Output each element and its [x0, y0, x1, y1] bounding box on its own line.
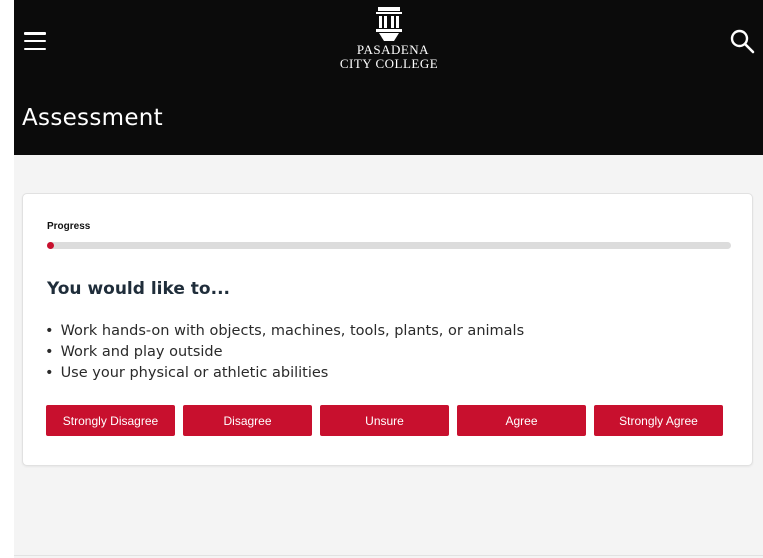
main-content: Progress You would like to... Work hands…	[14, 155, 763, 558]
question-bullet: Work and play outside	[45, 342, 524, 363]
answer-button-group: Strongly Disagree Disagree Unsure Agree …	[46, 405, 726, 436]
unsure-button[interactable]: Unsure	[320, 405, 449, 436]
college-logo[interactable]: Pasadena City College	[334, 6, 444, 76]
hamburger-menu-icon[interactable]	[24, 32, 46, 50]
question-bullet: Work hands-on with objects, machines, to…	[45, 321, 525, 342]
strongly-agree-button[interactable]: Strongly Agree	[594, 405, 723, 436]
disagree-button[interactable]: Disagree	[183, 405, 312, 436]
logo-text-pasadena: Pasadena	[356, 42, 430, 57]
progress-bar	[47, 242, 731, 249]
site-header: Pasadena City College Assessment	[14, 0, 763, 155]
agree-button[interactable]: Agree	[457, 405, 586, 436]
strongly-disagree-button[interactable]: Strongly Disagree	[46, 405, 175, 436]
content-divider	[14, 555, 763, 556]
assessment-card: Progress You would like to... Work hands…	[22, 193, 753, 466]
question-title: You would like to...	[47, 279, 230, 299]
logo-text-city-college: City College	[339, 56, 439, 71]
page-title: Assessment	[22, 105, 163, 131]
progress-bar-fill	[47, 242, 54, 249]
progress-label: Progress	[47, 221, 91, 232]
search-icon[interactable]	[729, 28, 755, 54]
question-bullet-list: Work hands-on with objects, machines, to…	[45, 321, 525, 384]
question-bullet: Use your physical or athletic abilities	[45, 363, 524, 384]
college-building-icon	[376, 7, 402, 41]
